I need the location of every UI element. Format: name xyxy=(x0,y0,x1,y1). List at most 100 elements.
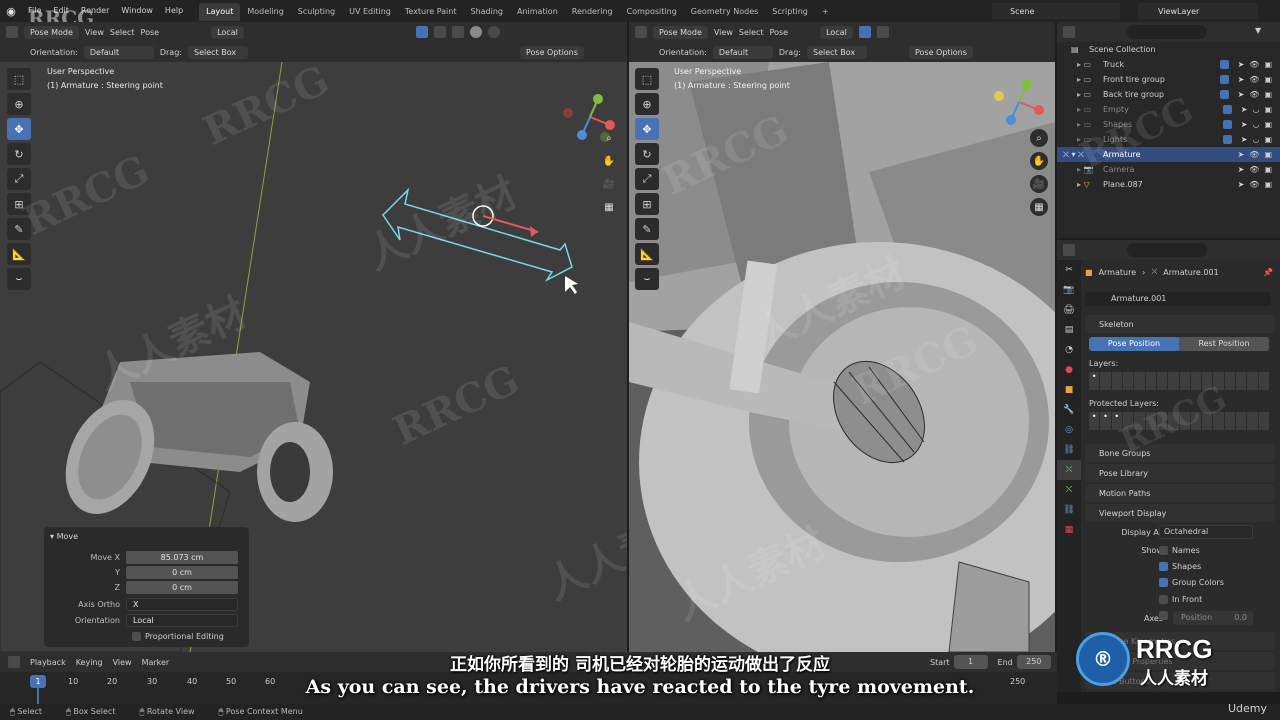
camera-render-icon[interactable]: ▣ xyxy=(1264,165,1272,174)
shading-material-icon[interactable] xyxy=(487,26,500,38)
properties-search-input[interactable] xyxy=(1127,243,1207,257)
menu-view[interactable]: View xyxy=(85,28,104,37)
visibility-eye-icon[interactable]: 👁 xyxy=(1249,90,1259,99)
select-arrow-icon[interactable]: ➤ xyxy=(1241,105,1248,114)
move-tool-icon[interactable]: ✥ xyxy=(635,118,659,140)
move-y-field[interactable]: 0 cm xyxy=(126,565,238,579)
names-option[interactable]: Names xyxy=(1159,546,1200,555)
armature-data-name-field[interactable]: Armature.001 xyxy=(1085,292,1271,306)
outliner-search-input[interactable] xyxy=(1127,25,1207,39)
select-arrow-icon[interactable]: ➤ xyxy=(1241,120,1248,129)
mode-selector[interactable]: Pose Mode xyxy=(24,25,79,39)
select-arrow-icon[interactable]: ➤ xyxy=(1238,180,1245,189)
camera-render-icon[interactable]: ▣ xyxy=(1264,120,1272,129)
pin-icon[interactable]: 📌 xyxy=(1263,268,1273,277)
select-arrow-icon[interactable]: ➤ xyxy=(1238,60,1245,69)
visibility-eye-icon[interactable]: 👁 xyxy=(1249,165,1259,174)
include-checkbox[interactable] xyxy=(1222,105,1232,114)
tab-layout[interactable]: Layout xyxy=(199,3,241,21)
bone-tab-icon[interactable]: ⛌ xyxy=(1057,480,1081,500)
camera-render-icon[interactable]: ▣ xyxy=(1264,60,1272,69)
tab-modeling[interactable]: Modeling xyxy=(240,3,290,21)
transform-orientation-dropdown[interactable]: Local xyxy=(820,25,853,39)
visibility-eye-icon[interactable]: 👁 xyxy=(1249,180,1259,189)
orientation-dropdown[interactable]: Default xyxy=(712,45,773,59)
visibility-eye-icon[interactable]: 👁 xyxy=(1249,150,1259,159)
menu-pose[interactable]: Pose xyxy=(141,28,160,37)
drag-dropdown[interactable]: Select Box xyxy=(806,45,867,59)
tab-animation[interactable]: Animation xyxy=(510,3,565,21)
constraints-tab-icon[interactable]: ⛓ xyxy=(1057,440,1081,460)
cursor-tool-icon[interactable]: ⊕ xyxy=(7,93,31,115)
outliner-item-back-tire-group[interactable]: Back tire group xyxy=(1103,90,1164,99)
camera-view-icon[interactable]: 🎥 xyxy=(600,175,618,193)
camera-render-icon[interactable]: ▣ xyxy=(1264,75,1272,84)
scene-selector[interactable]: Scene xyxy=(992,3,1120,19)
overlay-icon[interactable] xyxy=(433,26,446,38)
axis-ortho-dropdown[interactable]: X xyxy=(126,597,238,611)
pose-options-button[interactable]: Pose Options xyxy=(519,45,584,59)
add-workspace-icon[interactable]: + xyxy=(815,3,836,21)
view-layer-selector[interactable]: ViewLayer xyxy=(1138,3,1258,19)
editor-type-icon[interactable] xyxy=(635,26,647,38)
cursor-tool-icon[interactable]: ⊕ xyxy=(635,93,659,115)
tab-geometry-nodes[interactable]: Geometry Nodes xyxy=(684,3,765,21)
visibility-eye-icon[interactable]: 👁 xyxy=(1249,75,1259,84)
display-as-dropdown[interactable]: Octahedral xyxy=(1159,525,1253,539)
pose-options-button[interactable]: Pose Options xyxy=(908,45,973,59)
camera-render-icon[interactable]: ▣ xyxy=(1264,135,1272,144)
visibility-hidden-icon[interactable]: ◡ xyxy=(1252,120,1259,129)
orientation-dropdown[interactable]: Default xyxy=(83,45,154,59)
blender-logo-icon[interactable]: ◉ xyxy=(0,5,22,18)
rest-position-button[interactable]: Rest Position xyxy=(1179,337,1269,351)
proportional-icon[interactable] xyxy=(876,26,889,38)
select-arrow-icon[interactable]: ➤ xyxy=(1241,135,1248,144)
proportional-editing-checkbox[interactable] xyxy=(132,631,141,641)
tab-uv-editing[interactable]: UV Editing xyxy=(342,3,398,21)
select-arrow-icon[interactable]: ➤ xyxy=(1238,150,1245,159)
scene-collection-label[interactable]: Scene Collection xyxy=(1089,45,1156,54)
ortho-grid-icon[interactable]: ▦ xyxy=(600,198,618,216)
ortho-grid-icon[interactable]: ▦ xyxy=(1030,198,1048,216)
motion-paths-panel-header[interactable]: Motion Paths xyxy=(1085,484,1275,502)
editor-type-icon[interactable] xyxy=(6,26,18,38)
texture-tab-icon[interactable]: ▦ xyxy=(1057,520,1081,540)
snap-icon[interactable] xyxy=(858,26,871,38)
tab-scripting[interactable]: Scripting xyxy=(765,3,815,21)
pose-library-panel-header[interactable]: Pose Library xyxy=(1085,464,1275,482)
zoom-icon[interactable]: ⌕ xyxy=(600,129,618,147)
object-tab-icon[interactable]: ■ xyxy=(1057,380,1081,400)
tab-texture-paint[interactable]: Texture Paint xyxy=(398,3,464,21)
viewport-right[interactable]: Pose Mode View Select Pose Local Orienta… xyxy=(629,22,1055,652)
camera-render-icon[interactable]: ▣ xyxy=(1264,180,1272,189)
include-checkbox[interactable] xyxy=(1222,120,1232,129)
move-x-field[interactable]: 85.073 cm xyxy=(126,550,238,564)
modifier-tab-icon[interactable]: 🔧 xyxy=(1057,400,1081,420)
select-box-tool-icon[interactable]: ⬚ xyxy=(635,68,659,90)
relax-pose-tool-icon[interactable]: ⌣ xyxy=(7,268,31,290)
shapes-checkbox[interactable] xyxy=(1159,562,1168,571)
visibility-eye-icon[interactable]: 👁 xyxy=(1249,60,1259,69)
include-checkbox[interactable] xyxy=(1219,90,1229,99)
pan-hand-icon[interactable]: ✋ xyxy=(600,152,618,170)
group-colors-option[interactable]: Group Colors xyxy=(1159,578,1224,587)
relax-pose-tool-icon[interactable]: ⌣ xyxy=(635,268,659,290)
scale-tool-icon[interactable]: ⤢ xyxy=(7,168,31,190)
select-arrow-icon[interactable]: ➤ xyxy=(1238,165,1245,174)
physics-tab-icon[interactable]: ◎ xyxy=(1057,420,1081,440)
move-z-field[interactable]: 0 cm xyxy=(126,580,238,594)
axes-position-field[interactable]: Position 0.0 xyxy=(1173,611,1253,625)
rotate-tool-icon[interactable]: ↻ xyxy=(7,143,31,165)
outliner-item-truck[interactable]: Truck xyxy=(1103,60,1124,69)
names-checkbox[interactable] xyxy=(1159,546,1168,555)
outliner-item-front-tire-group[interactable]: Front tire group xyxy=(1103,75,1165,84)
viewport-display-panel-header[interactable]: Viewport Display xyxy=(1085,504,1275,522)
output-tab-icon[interactable]: 🖨 xyxy=(1057,300,1081,320)
skeleton-panel-header[interactable]: Skeleton xyxy=(1085,315,1275,333)
bone-constraints-tab-icon[interactable]: ⛓ xyxy=(1057,500,1081,520)
tool-tab-icon[interactable]: ✂ xyxy=(1057,260,1081,280)
tab-compositing[interactable]: Compositing xyxy=(620,3,684,21)
armature-data-tab-icon[interactable]: ⛌ xyxy=(1057,460,1081,480)
render-tab-icon[interactable]: 📷 xyxy=(1057,280,1081,300)
include-checkbox[interactable] xyxy=(1219,75,1229,84)
